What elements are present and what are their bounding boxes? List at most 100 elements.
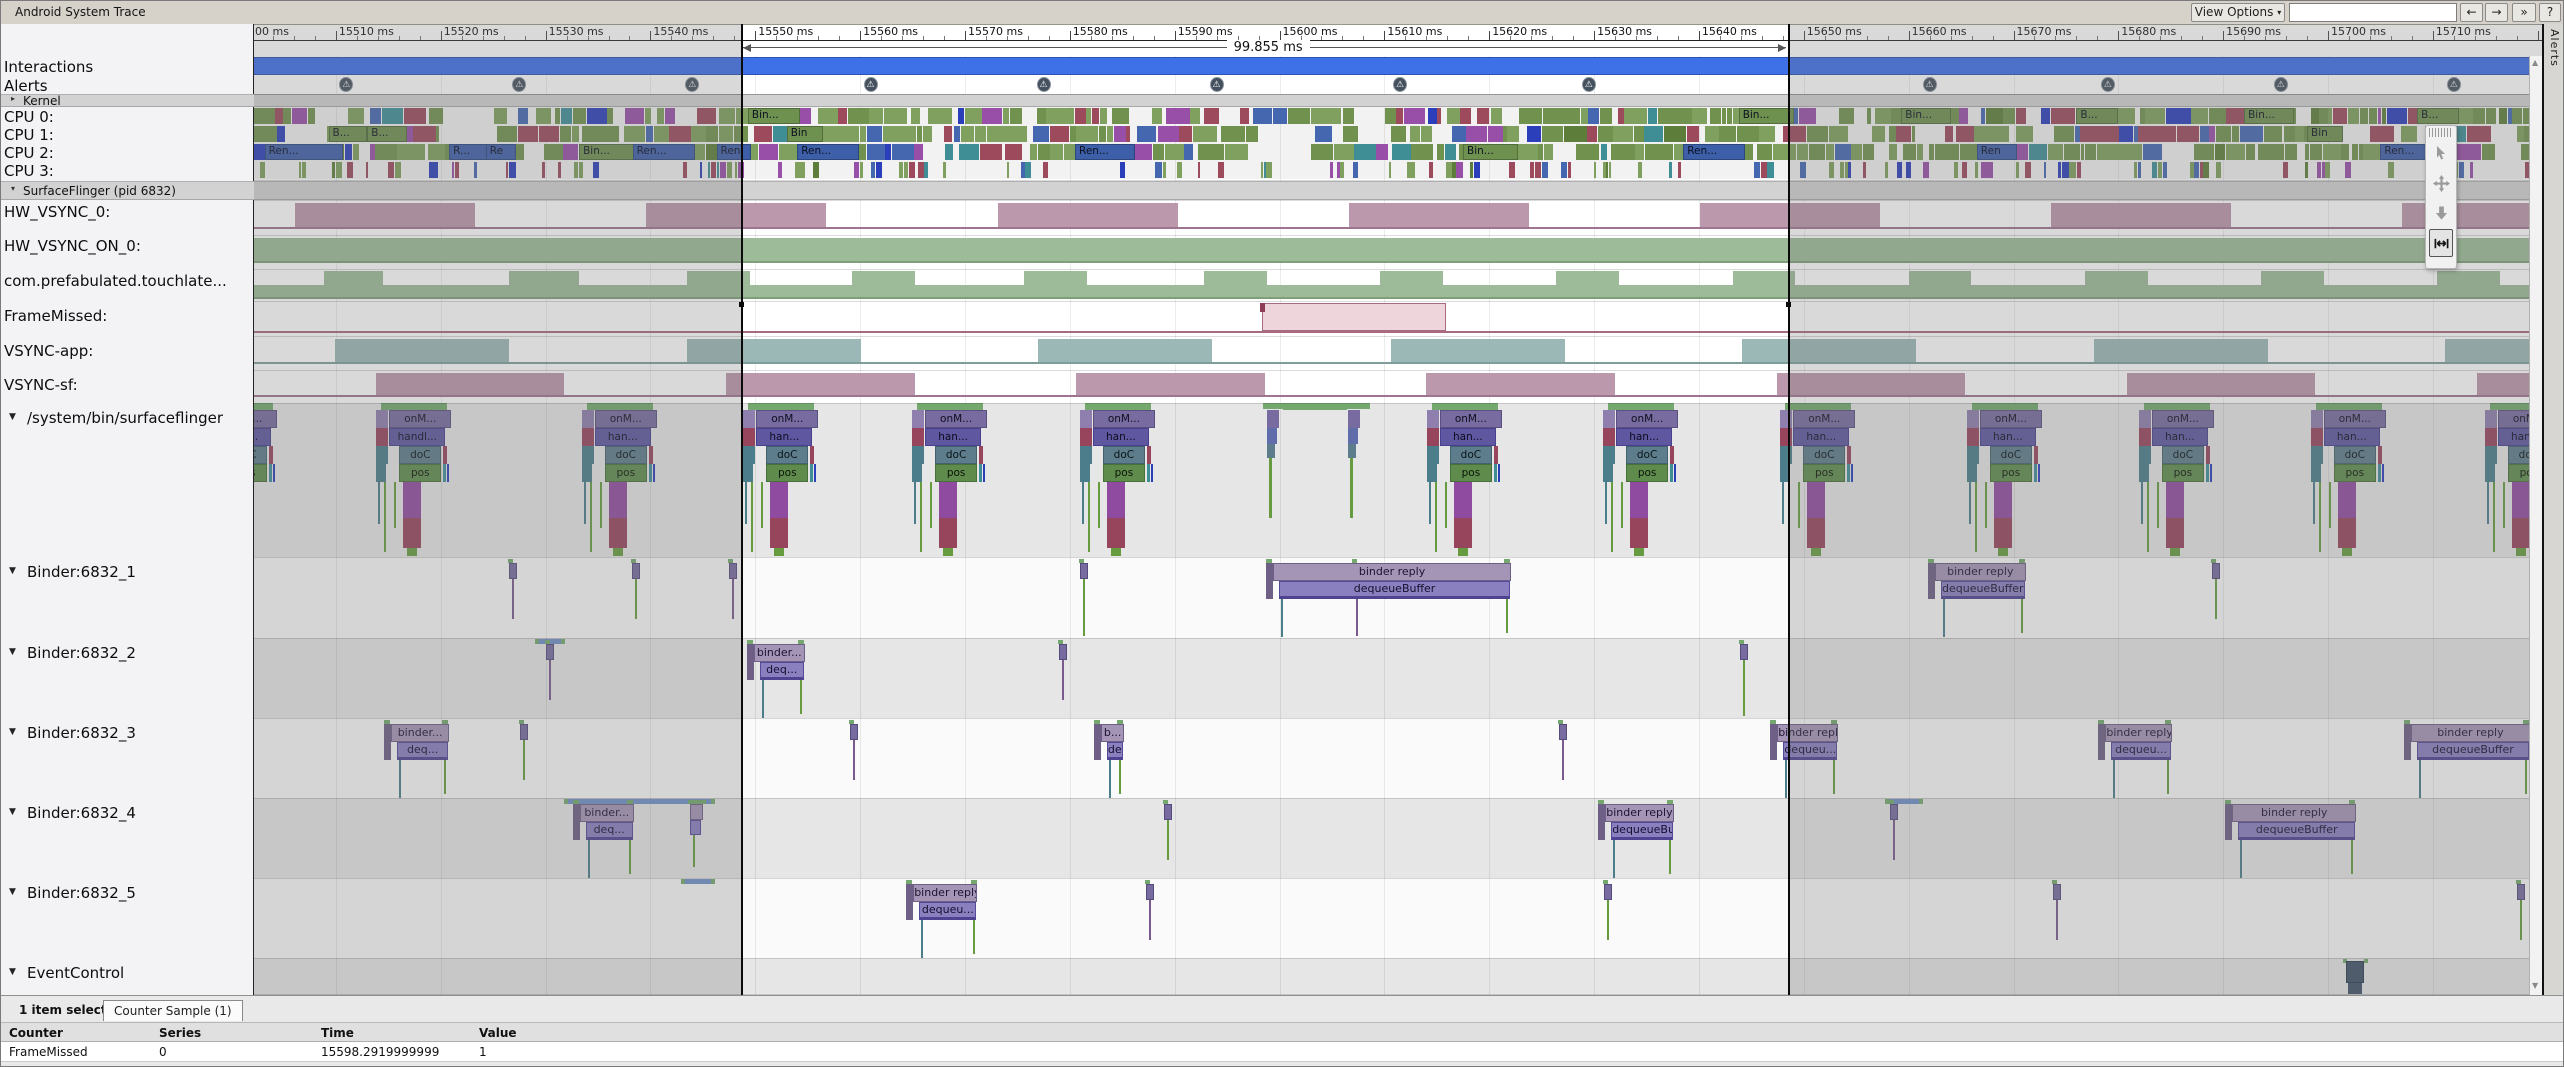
sidebar-item-alerts[interactable]: Alerts bbox=[4, 77, 48, 95]
cpu-slice[interactable] bbox=[1218, 162, 1224, 178]
sf-slice[interactable] bbox=[983, 464, 985, 482]
cpu-slice[interactable] bbox=[767, 144, 778, 160]
cpu-slice[interactable] bbox=[795, 162, 802, 178]
cpu-slice[interactable] bbox=[1204, 108, 1219, 124]
counter-segment[interactable] bbox=[1556, 271, 1619, 285]
cpu-slice[interactable] bbox=[1692, 108, 1707, 124]
alert-icon[interactable]: ⚠ bbox=[1037, 77, 1051, 92]
cpu-slice[interactable] bbox=[914, 144, 923, 160]
cpu-slice[interactable] bbox=[1452, 162, 1456, 178]
sf-slice[interactable]: doC bbox=[935, 446, 977, 464]
cpu-slice[interactable] bbox=[1613, 126, 1633, 142]
cpu-slice[interactable] bbox=[1070, 126, 1076, 142]
cpu-slice[interactable] bbox=[1611, 144, 1634, 160]
sf-slice[interactable] bbox=[979, 464, 982, 482]
counter-segment[interactable] bbox=[1024, 271, 1087, 285]
cpu-slice[interactable] bbox=[1005, 144, 1022, 160]
sf-slice[interactable] bbox=[1630, 482, 1648, 518]
cpu-slice[interactable] bbox=[987, 126, 1005, 142]
alert-icon[interactable]: ⚠ bbox=[1582, 77, 1596, 92]
cpu-slice[interactable] bbox=[1594, 162, 1596, 178]
cpu-slice[interactable] bbox=[1447, 108, 1460, 124]
horizontal-zoom-tool-button[interactable] bbox=[2429, 229, 2453, 257]
counter-segment[interactable] bbox=[1426, 373, 1615, 395]
sidebar-item-cpu2[interactable]: CPU 2: bbox=[4, 144, 54, 162]
sf-slice[interactable]: han... bbox=[756, 428, 812, 446]
cpu-slice[interactable] bbox=[895, 126, 916, 142]
column-header-time[interactable]: Time bbox=[321, 1026, 354, 1040]
cpu-slice[interactable] bbox=[1427, 144, 1433, 160]
cpu-slice[interactable] bbox=[1184, 144, 1193, 160]
cpu-slice[interactable] bbox=[1158, 126, 1179, 142]
selection-handle[interactable] bbox=[1786, 302, 1791, 307]
cpu-slice[interactable] bbox=[1315, 126, 1332, 142]
cpu-slice[interactable] bbox=[1404, 108, 1426, 124]
counter-segment[interactable] bbox=[726, 373, 915, 395]
cpu-slice[interactable] bbox=[1658, 108, 1669, 124]
binder-leading-slice[interactable] bbox=[1266, 563, 1273, 599]
cpu-slice[interactable] bbox=[1340, 162, 1344, 178]
cpu-slice[interactable] bbox=[944, 126, 952, 142]
cpu-slice[interactable] bbox=[1503, 126, 1507, 142]
sf-slice[interactable] bbox=[1427, 410, 1439, 428]
sf-slice[interactable] bbox=[774, 548, 784, 556]
cpu-slice[interactable] bbox=[1099, 126, 1106, 142]
cpu-slice[interactable] bbox=[1037, 108, 1046, 124]
binder-reply-slice[interactable]: binder reply bbox=[1273, 563, 1511, 581]
cpu-slice[interactable] bbox=[1581, 108, 1588, 124]
scroll-up-icon[interactable]: ▲ bbox=[2532, 58, 2538, 67]
cpu-slice[interactable] bbox=[1409, 162, 1415, 178]
cpu-slice[interactable] bbox=[899, 162, 904, 178]
cpu-slice[interactable] bbox=[1634, 126, 1644, 142]
cpu-slice[interactable] bbox=[1005, 126, 1027, 142]
cpu-slice[interactable] bbox=[1177, 162, 1182, 178]
sf-slice[interactable] bbox=[1147, 464, 1150, 482]
alerts-side-tab[interactable]: Alerts bbox=[2543, 24, 2564, 995]
sf-slice[interactable] bbox=[1674, 464, 1676, 482]
cpu-slice[interactable] bbox=[1053, 108, 1066, 124]
cpu-slice[interactable] bbox=[1587, 126, 1597, 142]
cpu-slice[interactable] bbox=[1120, 162, 1125, 178]
cpu-slice[interactable] bbox=[1107, 126, 1114, 142]
sf-slice[interactable] bbox=[1603, 428, 1615, 446]
cpu-slice[interactable] bbox=[1075, 108, 1086, 124]
sf-slice[interactable] bbox=[770, 518, 788, 548]
cpu-slice[interactable] bbox=[1158, 162, 1162, 178]
cpu-slice[interactable] bbox=[869, 108, 883, 124]
cpu-slice[interactable] bbox=[1601, 144, 1607, 160]
sf-cap[interactable] bbox=[1283, 403, 1347, 410]
cpu-slice[interactable] bbox=[1376, 144, 1388, 160]
counter-segment[interactable] bbox=[1038, 339, 1212, 362]
sf-slice[interactable]: onM... bbox=[1440, 410, 1502, 428]
cpu-slice[interactable] bbox=[958, 108, 964, 124]
cpu-slice[interactable] bbox=[918, 162, 924, 178]
cpu-slice[interactable] bbox=[759, 144, 767, 160]
triangle-down-icon[interactable]: ▼ bbox=[9, 647, 16, 657]
cpu-slice[interactable] bbox=[1719, 126, 1736, 142]
triangle-down-icon[interactable]: ▼ bbox=[9, 412, 16, 422]
triangle-down-icon[interactable]: ▼ bbox=[9, 887, 16, 897]
cpu-slice[interactable] bbox=[1010, 108, 1023, 124]
cpu-slice[interactable] bbox=[1509, 162, 1515, 178]
sf-slice[interactable] bbox=[1267, 410, 1279, 428]
column-header-counter[interactable]: Counter bbox=[9, 1026, 63, 1040]
cpu-slice[interactable] bbox=[1334, 144, 1354, 160]
cpu-slice[interactable] bbox=[1025, 162, 1031, 178]
counter-segment[interactable] bbox=[1204, 271, 1267, 285]
sf-slice[interactable]: pos bbox=[1103, 464, 1145, 482]
cpu-slice[interactable] bbox=[1456, 162, 1463, 178]
cpu-slice[interactable] bbox=[1678, 162, 1681, 178]
cpu-slice[interactable] bbox=[911, 108, 920, 124]
cpu-slice[interactable] bbox=[1100, 108, 1107, 124]
sf-slice[interactable]: han... bbox=[925, 428, 981, 446]
sf-slice[interactable] bbox=[912, 428, 924, 446]
sf-slice[interactable] bbox=[1603, 410, 1615, 428]
sidebar-item-cpu1[interactable]: CPU 1: bbox=[4, 126, 54, 144]
cpu-slice[interactable] bbox=[924, 162, 928, 178]
cpu-slice[interactable] bbox=[1343, 126, 1358, 142]
cpu-slice[interactable] bbox=[1190, 108, 1199, 124]
cpu-slice[interactable] bbox=[1114, 126, 1126, 142]
cpu-slice[interactable] bbox=[1043, 162, 1048, 178]
cpu-slice[interactable] bbox=[1761, 162, 1767, 178]
sidebar-item-binder-1[interactable]: Binder:6832_1 bbox=[27, 563, 136, 581]
